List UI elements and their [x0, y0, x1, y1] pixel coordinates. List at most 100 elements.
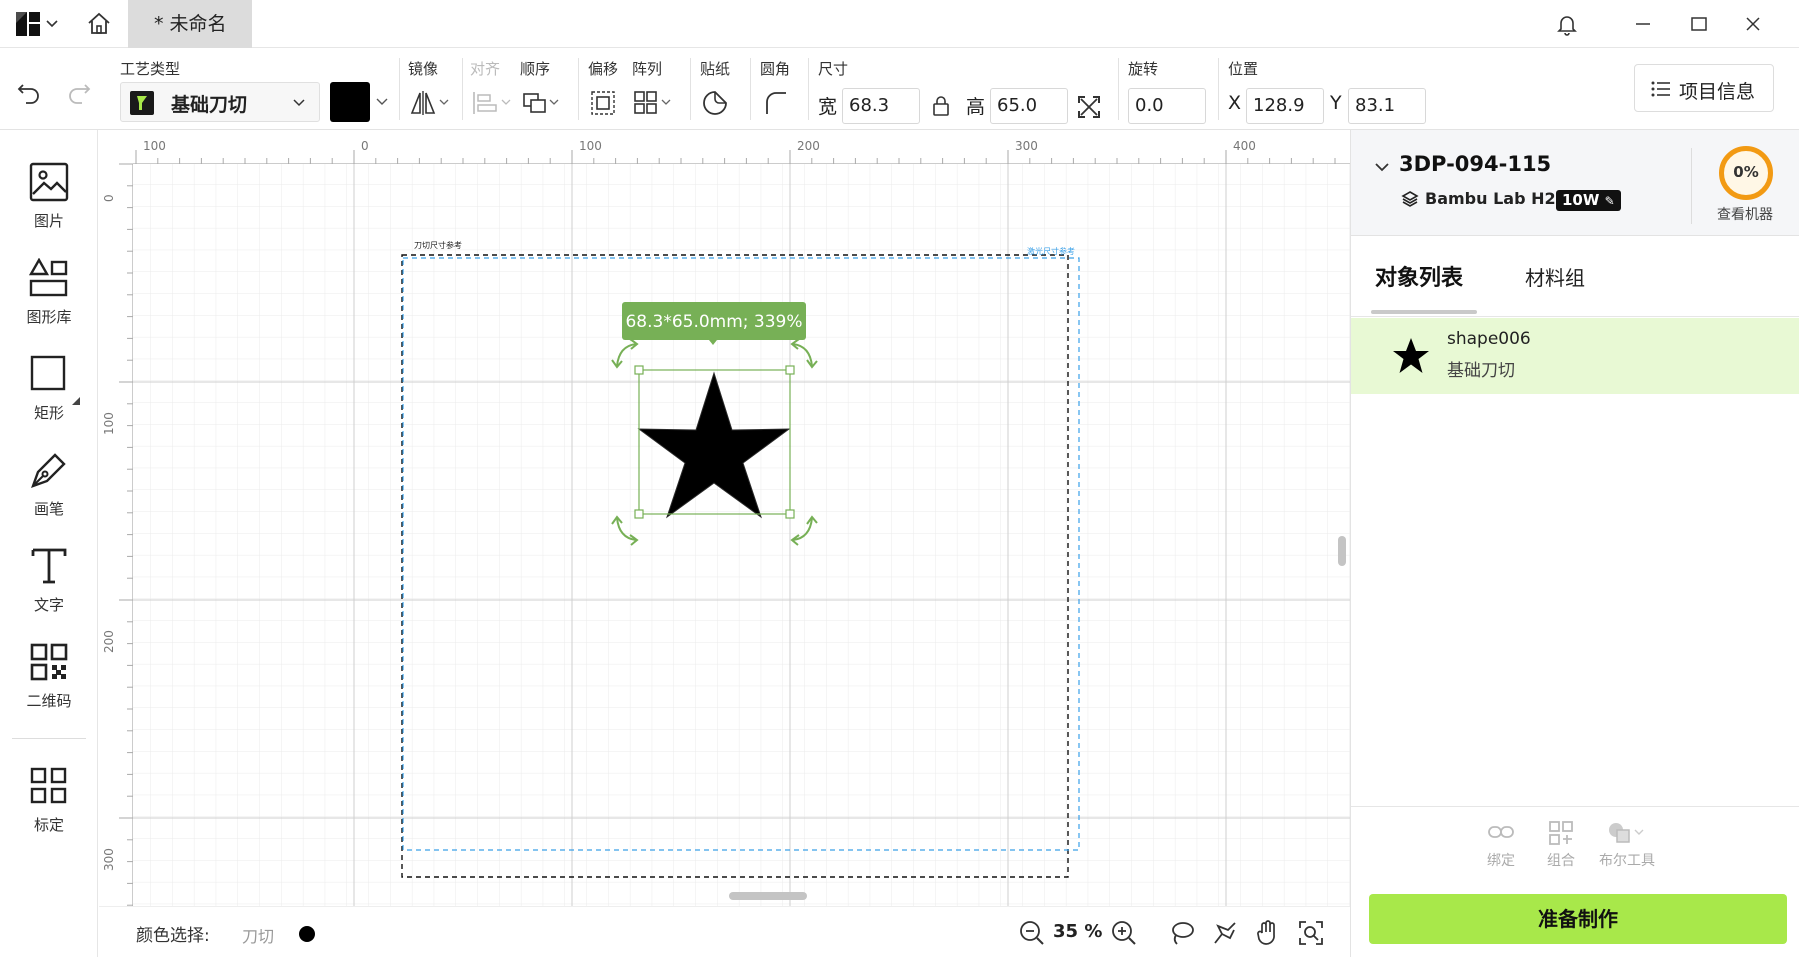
left-tool-rail: 图片 图形库 矩形 画笔 文字 二维码 标定 — [0, 130, 98, 957]
app-logo-icon[interactable] — [16, 12, 40, 36]
resize-handle[interactable] — [785, 365, 795, 375]
fit-view-icon[interactable] — [1298, 920, 1324, 946]
lasso-icon[interactable] — [1169, 920, 1195, 946]
ruler-h-label: 100 — [579, 139, 602, 153]
tab-object-list[interactable]: 对象列表 — [1375, 260, 1463, 292]
node-edit-icon[interactable] — [1212, 920, 1238, 946]
separator — [462, 58, 463, 120]
project-info-button[interactable]: 项目信息 — [1634, 64, 1774, 112]
array-icon[interactable] — [632, 88, 676, 118]
ruler-h-label: 400 — [1233, 139, 1256, 153]
qrcode-icon — [29, 642, 69, 682]
boolean-tool-button[interactable]: 布尔工具 — [1589, 820, 1665, 870]
width-label: 宽 — [818, 96, 838, 118]
device-model: Bambu Lab H2D — [1425, 189, 1569, 208]
rail-divider — [12, 738, 86, 739]
collapse-chevron-icon[interactable] — [1373, 158, 1391, 176]
rotate-input[interactable]: 0.0 — [1128, 88, 1206, 124]
hand-pan-icon[interactable] — [1255, 919, 1281, 947]
redo-icon[interactable] — [64, 76, 94, 106]
prepare-make-button[interactable]: 准备制作 — [1369, 894, 1787, 944]
align-icon[interactable] — [470, 88, 514, 118]
color-select-label: 颜色选择: — [136, 926, 210, 946]
color-dot-black[interactable] — [299, 926, 315, 942]
offset-icon[interactable] — [588, 88, 618, 118]
fillet-label: 圆角 — [760, 60, 791, 78]
device-card: 3DP-094-115 Bambu Lab H2D 10W ✎ 0% 查看机器 — [1351, 130, 1799, 236]
position-label: 位置 — [1228, 60, 1259, 78]
tool-label: 图片 — [33, 212, 64, 230]
color-chevron-down-icon[interactable] — [374, 94, 390, 110]
tool-label: 文字 — [33, 596, 64, 614]
undo-icon[interactable] — [14, 76, 44, 106]
height-input[interactable]: 65.0 — [990, 88, 1068, 124]
resize-handle[interactable] — [785, 509, 795, 519]
width-input[interactable]: 68.3 — [842, 88, 920, 124]
knife-cut-icon — [130, 91, 154, 115]
tool-image[interactable]: 图片 — [0, 162, 98, 252]
tool-shape-library[interactable]: 图形库 — [0, 257, 98, 348]
pen-icon — [29, 450, 69, 490]
fill-color-swatch[interactable] — [330, 82, 370, 122]
order-icon[interactable] — [520, 88, 564, 118]
text-icon — [29, 546, 69, 586]
tool-pen[interactable]: 画笔 — [0, 450, 98, 540]
list-icon — [1651, 80, 1671, 98]
process-type-value: 基础刀切 — [171, 94, 248, 116]
y-input[interactable]: 83.1 — [1348, 88, 1426, 124]
x-label: X — [1228, 92, 1242, 114]
boolean-icon — [1589, 820, 1665, 850]
tool-rectangle[interactable]: 矩形 — [0, 354, 98, 444]
notification-bell-icon[interactable] — [1544, 0, 1590, 48]
separator — [1118, 58, 1119, 120]
maximize-button[interactable] — [1676, 0, 1722, 48]
tool-label: 二维码 — [26, 692, 72, 710]
zoom-in-icon[interactable] — [1111, 920, 1137, 946]
fit-size-icon[interactable] — [1076, 94, 1102, 120]
zoom-out-icon[interactable] — [1019, 920, 1045, 946]
sticker-icon[interactable] — [700, 88, 730, 118]
process-type-select[interactable]: 基础刀切 — [120, 82, 320, 122]
group-label: 组合 — [1547, 853, 1575, 869]
minimize-button[interactable] — [1620, 0, 1666, 48]
star-thumbnail-icon — [1391, 336, 1431, 376]
separator — [750, 58, 751, 120]
y-label: Y — [1330, 92, 1342, 114]
panel-footer-divider — [1351, 806, 1799, 807]
progress-ring[interactable]: 0% — [1719, 146, 1773, 200]
ruler-h-label: 200 — [797, 139, 820, 153]
design-canvas[interactable]: 100 0 100 200 300 400 0 100 200 300 刀切尺寸… — [99, 130, 1350, 906]
title-bar: * 未命名 — [0, 0, 1799, 48]
color-option-knife[interactable]: 刀切 — [242, 923, 274, 947]
progress-value: 0% — [1733, 163, 1759, 181]
tab-material-group[interactable]: 材料组 — [1525, 262, 1585, 291]
laser-power-badge[interactable]: 10W ✎ — [1556, 190, 1621, 211]
toolbar: 工艺类型 基础刀切 镜像 对齐 顺序 偏移 阵列 贴纸 圆角 尺寸 宽 68.3… — [0, 48, 1799, 130]
aspect-lock-icon[interactable] — [930, 94, 952, 118]
x-input[interactable]: 128.9 — [1246, 88, 1324, 124]
view-machine-label[interactable]: 查看机器 — [1717, 204, 1773, 224]
fillet-icon[interactable] — [760, 88, 790, 118]
group-button[interactable]: 组合 — [1531, 820, 1591, 870]
resize-handle[interactable] — [634, 509, 644, 519]
close-button[interactable] — [1730, 0, 1776, 48]
tool-qrcode[interactable]: 二维码 — [0, 642, 98, 732]
object-list-item[interactable]: shape006 基础刀切 — [1351, 318, 1799, 394]
more-shapes-corner-icon — [72, 390, 80, 405]
horizontal-scrollbar[interactable] — [729, 892, 807, 900]
resize-handle[interactable] — [634, 365, 644, 375]
mirror-icon[interactable] — [408, 88, 452, 118]
vertical-scrollbar[interactable] — [1338, 536, 1346, 566]
separator — [690, 58, 691, 120]
tool-calibrate[interactable]: 标定 — [0, 766, 98, 856]
ruler-v-label: 0 — [102, 194, 116, 202]
canvas-svg[interactable]: 100 0 100 200 300 400 0 100 200 300 刀切尺寸… — [99, 130, 1350, 906]
process-type-label: 工艺类型 — [120, 60, 181, 78]
bind-button[interactable]: 绑定 — [1471, 820, 1531, 870]
app-menu-chevron-icon[interactable] — [44, 16, 60, 32]
tool-text[interactable]: 文字 — [0, 546, 98, 636]
home-icon[interactable] — [86, 11, 112, 37]
offset-label: 偏移 — [588, 60, 619, 78]
document-tab[interactable]: * 未命名 — [128, 0, 252, 48]
power-value: 10W — [1562, 191, 1600, 209]
